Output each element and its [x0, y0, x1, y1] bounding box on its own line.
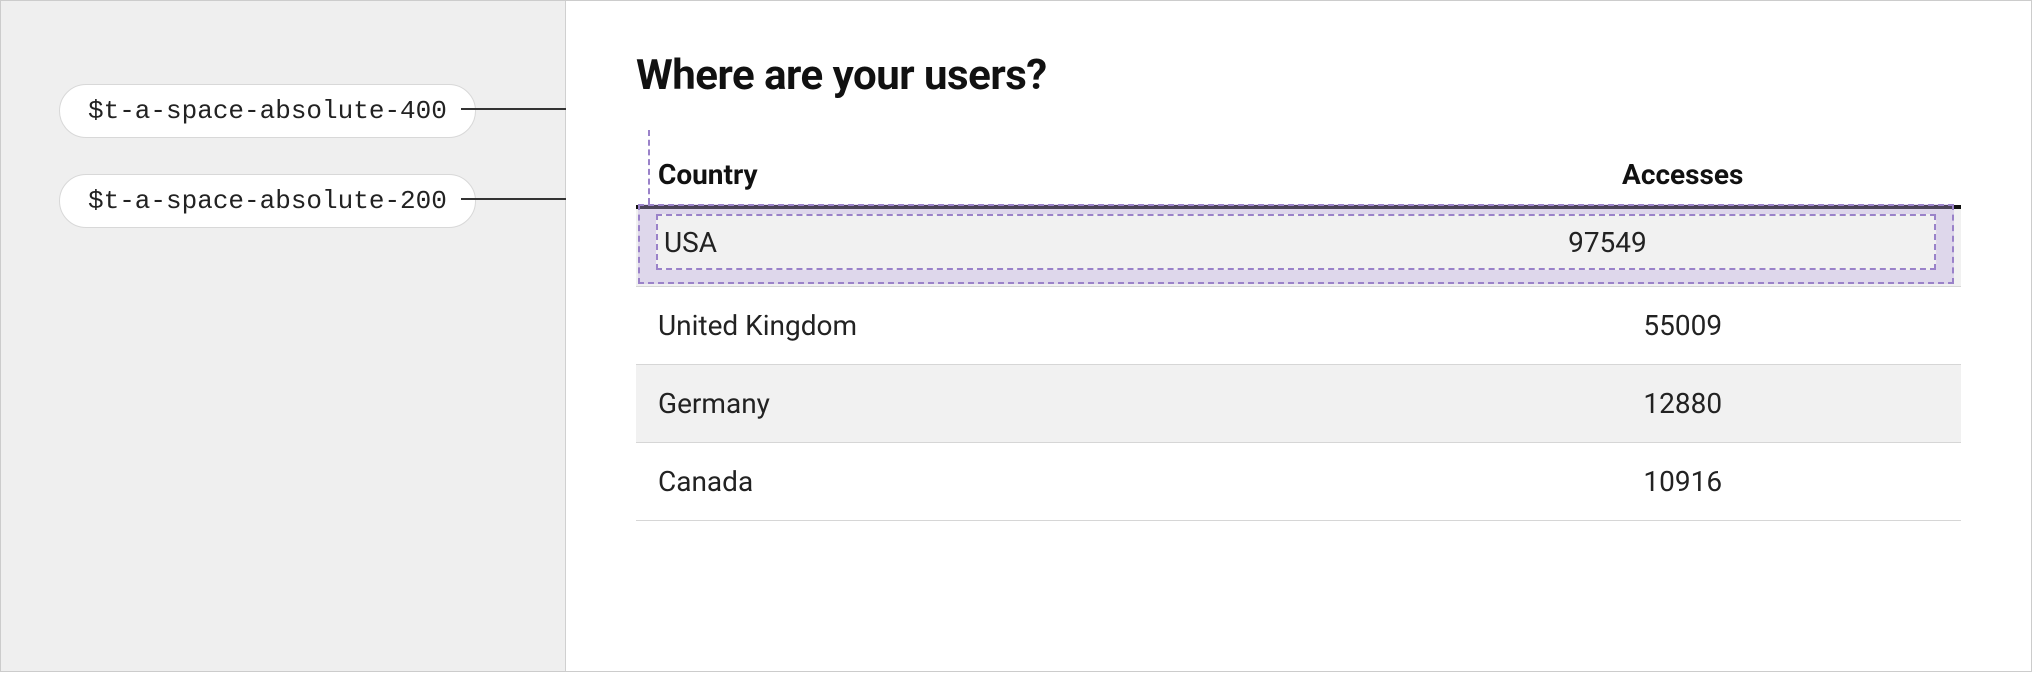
cell-accesses: 10916	[1405, 443, 1962, 521]
table-row: Germany 12880	[636, 365, 1961, 443]
cell-country: United Kingdom	[636, 287, 1405, 365]
data-table: Country Accesses USA 97549 United Kingdo…	[636, 148, 1961, 521]
cell-country: Germany	[636, 365, 1405, 443]
table-row: United Kingdom 55009	[636, 287, 1961, 365]
main-panel: Where are your users? Country Accesses U…	[566, 1, 2031, 671]
cell-accesses: 12880	[1405, 365, 1962, 443]
page-title: Where are your users?	[636, 51, 1961, 100]
table-area: Country Accesses USA 97549 United Kingdo…	[636, 148, 1961, 521]
cell-country: USA	[636, 207, 1405, 287]
column-header-country: Country	[636, 148, 1405, 207]
table-row: Canada 10916	[636, 443, 1961, 521]
cell-accesses: 55009	[1405, 287, 1962, 365]
column-header-accesses: Accesses	[1405, 148, 1962, 207]
table-header-row: Country Accesses	[636, 148, 1961, 207]
cell-accesses: 97549	[1405, 207, 1962, 287]
cell-country: Canada	[636, 443, 1405, 521]
table-row: USA 97549	[636, 207, 1961, 287]
